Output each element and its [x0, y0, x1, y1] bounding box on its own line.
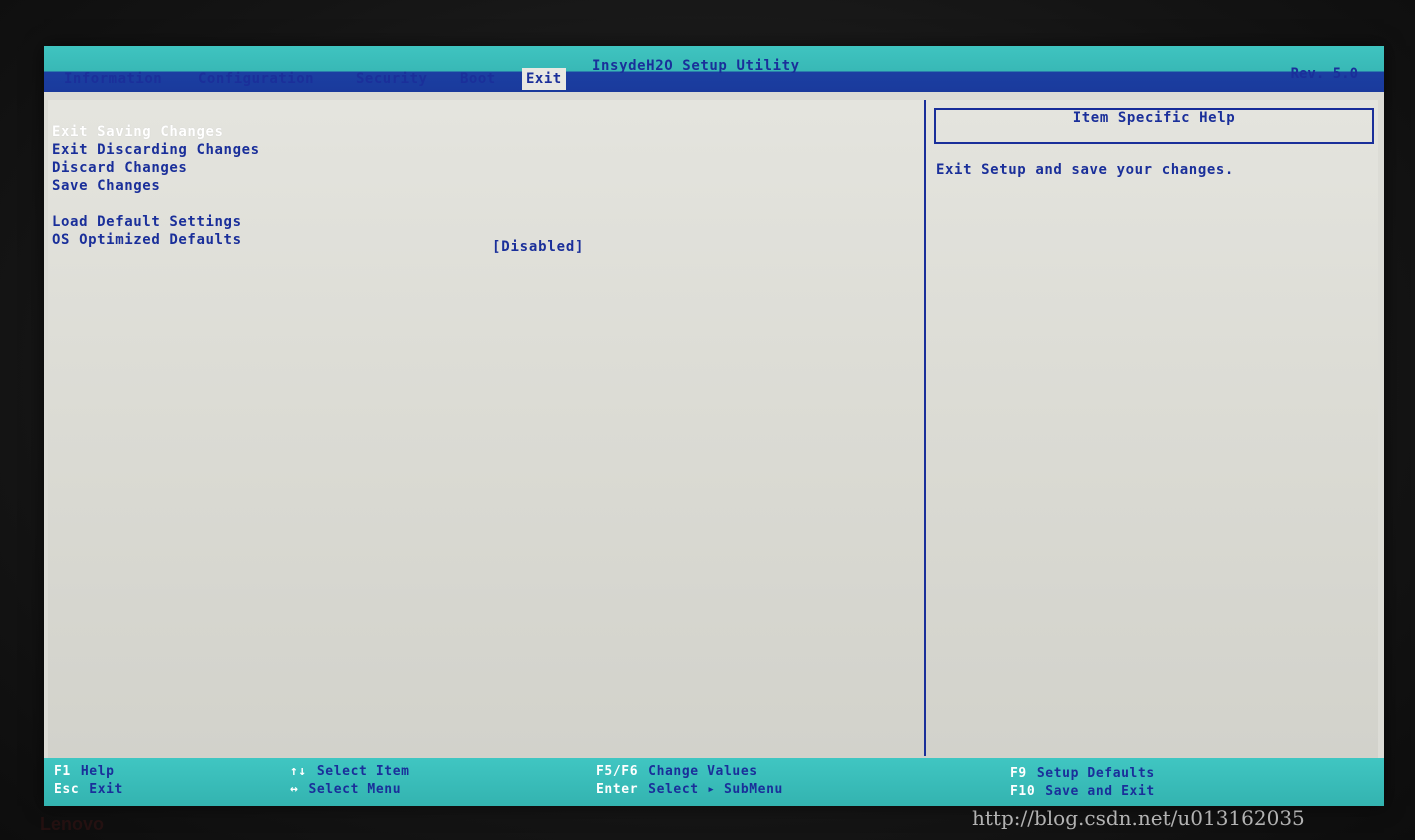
updown-arrow-icon: ↑↓ [290, 764, 307, 779]
key-f9: F9 [1010, 766, 1027, 781]
key-legend-leftright: ↔ Select Menu [290, 782, 401, 797]
leftright-arrow-icon: ↔ [290, 782, 299, 797]
key-legend-f9: F9 Setup Defaults [1010, 766, 1155, 781]
menu-bar: Information Configuration Security Boot … [44, 46, 1384, 92]
key-enter: Enter [596, 782, 639, 797]
key-legend-enter: Enter Select ▸ SubMenu [596, 782, 783, 797]
key-leftright-desc: Select Menu [308, 782, 402, 797]
key-esc: Esc [54, 782, 80, 797]
key-f10-desc: Save and Exit [1045, 784, 1155, 799]
key-enter-desc: Select ▸ SubMenu [648, 782, 783, 797]
help-text: Exit Setup and save your changes. [936, 162, 1234, 178]
key-f5f6-desc: Change Values [648, 764, 758, 779]
tab-boot[interactable]: Boot [460, 68, 496, 90]
help-title: Item Specific Help [1072, 110, 1236, 126]
tab-configuration[interactable]: Configuration [198, 68, 314, 90]
menu-item-exit-saving-changes[interactable]: Exit Saving Changes [52, 124, 224, 140]
key-f1-desc: Help [80, 764, 115, 779]
key-esc-desc: Exit [89, 782, 123, 797]
menu-item-save-changes[interactable]: Save Changes [52, 178, 160, 194]
menu-item-discard-changes[interactable]: Discard Changes [52, 160, 187, 176]
tab-exit[interactable]: Exit [522, 68, 566, 90]
key-legend-esc: Esc Exit [54, 782, 123, 797]
key-updown-desc: Select Item [316, 764, 410, 779]
menu-item-os-optimized-defaults[interactable]: OS Optimized Defaults [52, 232, 242, 248]
bios-screen: Information Configuration Security Boot … [44, 46, 1384, 806]
revision-label: Rev. 5.0 [1290, 66, 1358, 82]
tab-information[interactable]: Information [64, 68, 162, 90]
key-f10: F10 [1010, 784, 1036, 799]
help-panel: Item Specific Help Exit Setup and save y… [934, 100, 1378, 756]
watermark-url: http://blog.csdn.net/u013162035 [972, 806, 1305, 830]
key-f9-desc: Setup Defaults [1036, 766, 1155, 781]
exit-options-panel: Exit Saving Changes Exit Discarding Chan… [48, 100, 926, 756]
key-legend-f1: F1 Help [54, 764, 115, 779]
menu-item-exit-discarding-changes[interactable]: Exit Discarding Changes [52, 142, 260, 158]
menu-item-load-default-settings[interactable]: Load Default Settings [52, 214, 242, 230]
key-legend-updown: ↑↓ Select Item [290, 764, 410, 779]
key-legend-f5f6: F5/F6 Change Values [596, 764, 758, 779]
key-f1: F1 [54, 764, 71, 779]
main-content: Exit Saving Changes Exit Discarding Chan… [48, 100, 1378, 758]
key-f5f6: F5/F6 [596, 764, 639, 779]
os-optimized-defaults-value[interactable]: [Disabled] [492, 239, 584, 255]
key-legend-bar: F1 Help Esc Exit ↑↓ Select Item ↔ Select Men… [44, 758, 1384, 806]
utility-title: InsydeH2O Setup Utility [592, 58, 800, 74]
tab-security[interactable]: Security [356, 68, 427, 90]
lenovo-logo: Lenovo [40, 814, 105, 834]
key-legend-f10: F10 Save and Exit [1010, 784, 1155, 799]
